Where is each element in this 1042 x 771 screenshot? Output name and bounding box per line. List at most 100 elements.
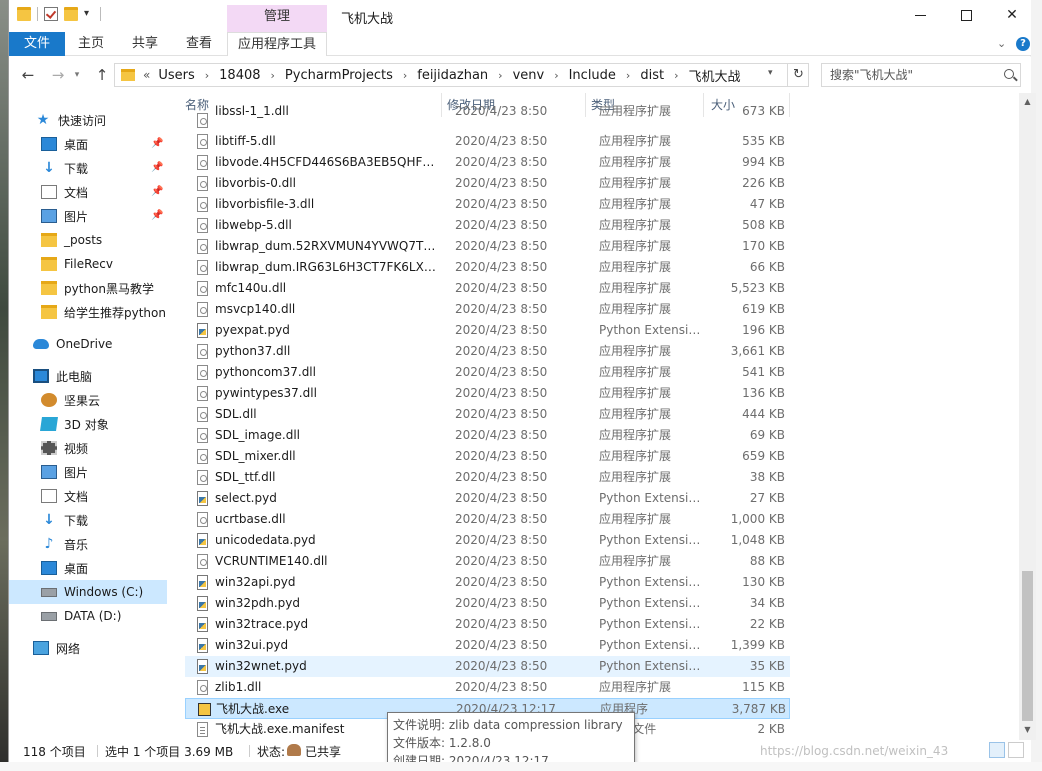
address-history-chevron-icon[interactable]: ▾ <box>768 68 773 78</box>
sidebar-item-downloads-pc[interactable]: ↓ 下载 <box>9 508 167 532</box>
breadcrumb-item[interactable]: 18408 <box>219 68 260 83</box>
file-row[interactable]: python37.dll 2020/4/23 8:50 应用程序扩展 3,661 KB <box>185 341 790 362</box>
sidebar-item-this-pc[interactable]: 此电脑 <box>9 364 167 388</box>
scrollbar-thumb[interactable] <box>1022 571 1033 721</box>
chevron-right-icon[interactable]: › <box>554 69 558 82</box>
address-bar[interactable]: « Users › 18408 › PycharmProjects › feijida… <box>114 63 809 87</box>
scroll-up-icon[interactable]: ▲ <box>1022 95 1033 109</box>
breadcrumb-item[interactable]: feijidazhan <box>417 68 488 83</box>
customize-toolbar-chevron-icon[interactable]: ▾ <box>84 7 94 21</box>
file-row[interactable]: win32ui.pyd 2020/4/23 8:50 Python Extensio… <box>185 635 790 656</box>
chevron-right-icon[interactable]: › <box>674 69 678 82</box>
sidebar-item-pictures-pc[interactable]: 图片 <box>9 460 167 484</box>
expand-ribbon-chevron-icon[interactable]: ⌄ <box>997 37 1006 50</box>
file-row[interactable]: mfc140u.dll 2020/4/23 8:50 应用程序扩展 5,523 KB <box>185 278 790 299</box>
sidebar-item-recommend-python[interactable]: 给学生推荐python <box>9 300 167 324</box>
sidebar-item-windows-c[interactable]: Windows (C:) <box>9 580 167 604</box>
large-icons-view-icon[interactable] <box>1008 742 1024 758</box>
forward-arrow-icon[interactable]: → <box>47 65 69 85</box>
properties-icon[interactable] <box>44 7 58 21</box>
back-arrow-icon[interactable]: ← <box>17 65 39 85</box>
file-row[interactable]: pywintypes37.dll 2020/4/23 8:50 应用程序扩展 136 … <box>185 383 790 404</box>
search-input[interactable]: 搜索"飞机大战" <box>821 63 1021 87</box>
breadcrumb-item[interactable]: 飞机大战 <box>688 66 740 85</box>
file-row[interactable]: select.pyd 2020/4/23 8:50 Python Extensio.… <box>185 488 790 509</box>
breadcrumb-item[interactable]: PycharmProjects <box>285 68 393 83</box>
folder-icon[interactable] <box>17 7 31 21</box>
breadcrumb-item[interactable]: Users <box>158 68 194 83</box>
sidebar-item-desktop-pc[interactable]: 桌面 <box>9 556 167 580</box>
sidebar-item-filerecv[interactable]: FileRecv <box>9 252 167 276</box>
close-button[interactable]: ✕ <box>989 0 1035 30</box>
chevron-right-icon[interactable]: › <box>205 69 209 82</box>
chevron-right-icon[interactable]: › <box>403 69 407 82</box>
sidebar-item-downloads[interactable]: ↓ 下载 📌 <box>9 156 167 180</box>
file-row[interactable]: msvcp140.dll 2020/4/23 8:50 应用程序扩展 619 KB <box>185 299 790 320</box>
sidebar-item-posts[interactable]: _posts <box>9 228 167 252</box>
file-row[interactable]: libvode.4H5CFD446S6BA3EB5QHFUC... 2020/4/… <box>185 152 790 173</box>
file-row[interactable]: win32wnet.pyd 2020/4/23 8:50 Python Extens… <box>185 656 790 677</box>
tab-view[interactable]: 查看 <box>177 32 221 56</box>
vertical-scrollbar[interactable]: ▲ ▼ <box>1019 93 1036 740</box>
file-row[interactable]: zlib1.dll 2020/4/23 8:50 应用程序扩展 115 KB <box>185 677 790 698</box>
file-row[interactable]: unicodedata.pyd 2020/4/23 8:50 Python Exte… <box>185 530 790 551</box>
sidebar-item-documents[interactable]: 文档 📌 <box>9 180 167 204</box>
chevron-right-icon[interactable]: › <box>271 69 275 82</box>
sidebar-item-documents-pc[interactable]: 文档 <box>9 484 167 508</box>
sidebar-item-python-heima[interactable]: python黑马教学 <box>9 276 167 300</box>
breadcrumb-item[interactable]: Include <box>569 68 616 83</box>
up-arrow-icon[interactable]: ↑ <box>91 65 113 85</box>
tab-home[interactable]: 主页 <box>69 32 113 56</box>
details-view-icon[interactable] <box>989 742 1005 758</box>
sidebar-item-network[interactable]: 网络 <box>9 636 167 660</box>
chevron-right-icon[interactable]: › <box>626 69 630 82</box>
tab-share[interactable]: 共享 <box>123 32 167 56</box>
sidebar-item-onedrive[interactable]: OneDrive <box>9 332 167 356</box>
file-row[interactable]: libwebp-5.dll 2020/4/23 8:50 应用程序扩展 508 KB <box>185 215 790 236</box>
pin-icon[interactable]: 📌 <box>151 138 163 149</box>
sidebar-item-pictures[interactable]: 图片 📌 <box>9 204 167 228</box>
tab-manage[interactable]: 管理 <box>227 5 327 32</box>
pin-icon[interactable]: 📌 <box>151 186 163 197</box>
file-row[interactable]: VCRUNTIME140.dll 2020/4/23 8:50 应用程序扩展 88 K… <box>185 551 790 572</box>
breadcrumb-item[interactable]: venv <box>513 68 545 83</box>
sidebar-item-jianguoyun[interactable]: 坚果云 <box>9 388 167 412</box>
file-row[interactable]: libwrap_dum.IRG63L6H3CT7FK6LX5T... 2020/4… <box>185 257 790 278</box>
sidebar-item-desktop[interactable]: 桌面 📌 <box>9 132 167 156</box>
file-row[interactable]: libwrap_dum.52RXVMUN4YVWQ7T6... 2020/4/23… <box>185 236 790 257</box>
file-row[interactable]: libvorbis-0.dll 2020/4/23 8:50 应用程序扩展 226 K… <box>185 173 790 194</box>
scroll-down-icon[interactable]: ▼ <box>1022 723 1033 737</box>
breadcrumb-overflow[interactable]: « <box>143 68 150 82</box>
pin-icon[interactable]: 📌 <box>151 210 163 221</box>
tab-file[interactable]: 文件 <box>9 32 65 56</box>
file-row[interactable]: ucrtbase.dll 2020/4/23 8:50 应用程序扩展 1,000 KB <box>185 509 790 530</box>
maximize-button[interactable] <box>943 0 989 30</box>
sidebar-item-videos[interactable]: 视频 <box>9 436 167 460</box>
tab-application-tools[interactable]: 应用程序工具 <box>227 32 327 56</box>
sidebar-item-music[interactable]: ♪ 音乐 <box>9 532 167 556</box>
sidebar-item-3d-objects[interactable]: 3D 对象 <box>9 412 167 436</box>
file-row[interactable]: SDL_image.dll 2020/4/23 8:50 应用程序扩展 69 KB <box>185 425 790 446</box>
file-row[interactable]: win32pdh.pyd 2020/4/23 8:50 Python Extensi… <box>185 593 790 614</box>
file-row[interactable]: SDL_mixer.dll 2020/4/23 8:50 应用程序扩展 659 KB <box>185 446 790 467</box>
file-row[interactable]: SDL.dll 2020/4/23 8:50 应用程序扩展 444 KB <box>185 404 790 425</box>
recent-locations-chevron-icon[interactable]: ▾ <box>71 65 83 85</box>
search-icon[interactable] <box>1004 69 1014 79</box>
file-row[interactable]: win32trace.pyd 2020/4/23 8:50 Python Exten… <box>185 614 790 635</box>
file-row[interactable]: win32api.pyd 2020/4/23 8:50 Python Extensi… <box>185 572 790 593</box>
new-folder-icon[interactable] <box>64 7 78 21</box>
breadcrumb-item[interactable]: dist <box>640 68 664 83</box>
sidebar-item-data-d[interactable]: DATA (D:) <box>9 604 167 628</box>
chevron-right-icon[interactable]: › <box>498 69 502 82</box>
refresh-icon[interactable]: ↻ <box>787 64 809 86</box>
sidebar-item-quick-access[interactable]: ★ 快速访问 <box>9 108 167 132</box>
file-row[interactable]: pythoncom37.dll 2020/4/23 8:50 应用程序扩展 541 K… <box>185 362 790 383</box>
file-row[interactable]: libssl-1_1.dll 2020/4/23 8:50 应用程序扩展 673 KB <box>185 104 790 131</box>
file-row[interactable]: SDL_ttf.dll 2020/4/23 8:50 应用程序扩展 38 KB <box>185 467 790 488</box>
file-row[interactable]: libvorbisfile-3.dll 2020/4/23 8:50 应用程序扩展 4… <box>185 194 790 215</box>
pin-icon[interactable]: 📌 <box>151 162 163 173</box>
help-icon[interactable]: ? <box>1016 37 1030 51</box>
minimize-button[interactable] <box>897 0 943 30</box>
file-row[interactable]: libtiff-5.dll 2020/4/23 8:50 应用程序扩展 535 KB <box>185 131 790 152</box>
file-row[interactable]: pyexpat.pyd 2020/4/23 8:50 Python Extensio… <box>185 320 790 341</box>
